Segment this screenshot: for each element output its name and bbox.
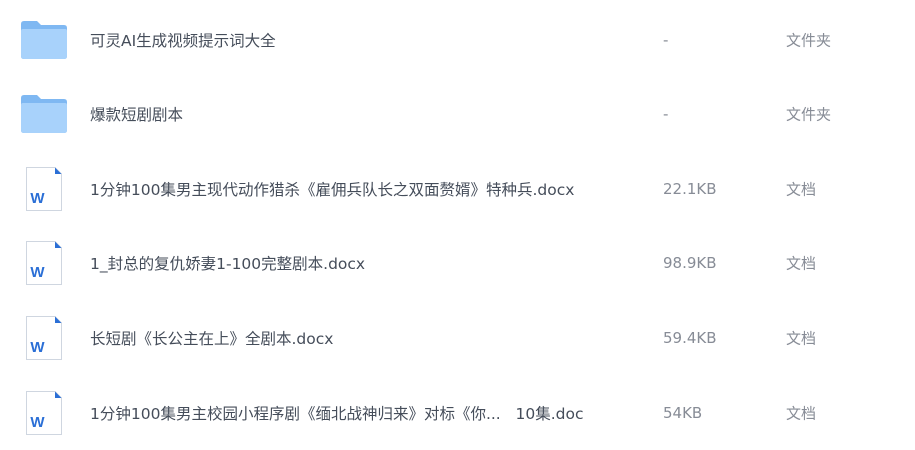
word-letter: W xyxy=(30,414,45,431)
folder-icon xyxy=(20,16,68,64)
list-item[interactable]: W 1分钟100集男主校园小程序剧《缅北战神归来》对标《你... 10集.doc… xyxy=(0,375,915,450)
file-name[interactable]: 1_封总的复仇娇妻1-100完整剧本.docx xyxy=(90,252,365,274)
file-size: 59.4KB xyxy=(663,328,717,347)
word-doc-icon: W xyxy=(20,165,68,213)
file-type: 文档 xyxy=(786,404,817,422)
file-name[interactable]: 爆款短剧剧本 xyxy=(90,103,183,125)
file-size: 22.1KB xyxy=(663,179,717,198)
list-item[interactable]: W 1分钟100集男主现代动作猎杀《雇佣兵队长之双面赘婿》特种兵.docx 22… xyxy=(0,151,915,226)
word-doc-icon: W xyxy=(20,239,68,287)
list-item[interactable]: W 长短剧《长公主在上》全剧本.docx 59.4KB 文档 xyxy=(0,300,915,375)
file-type: 文件夹 xyxy=(786,105,832,123)
word-letter: W xyxy=(30,339,45,356)
file-name[interactable]: 1分钟100集男主现代动作猎杀《雇佣兵队长之双面赘婿》特种兵.docx xyxy=(90,178,574,200)
word-letter: W xyxy=(30,264,45,281)
file-type: 文档 xyxy=(786,254,817,272)
word-doc-icon: W xyxy=(20,314,68,362)
file-size: 54KB xyxy=(663,403,703,422)
file-size: - xyxy=(663,30,669,49)
list-item[interactable]: 可灵AI生成视频提示词大全 - 文件夹 xyxy=(0,2,915,77)
file-size: - xyxy=(663,104,669,123)
word-doc-icon: W xyxy=(20,389,68,437)
list-item[interactable]: W 1_封总的复仇娇妻1-100完整剧本.docx 98.9KB 文档 xyxy=(0,225,915,300)
file-type: 文档 xyxy=(786,329,817,347)
file-type: 文档 xyxy=(786,180,817,198)
file-list: 可灵AI生成视频提示词大全 - 文件夹 爆款短剧剧本 - 文件夹 W 1分钟10… xyxy=(0,0,915,450)
file-name[interactable]: 可灵AI生成视频提示词大全 xyxy=(90,29,276,51)
file-type: 文件夹 xyxy=(786,31,832,49)
word-letter: W xyxy=(30,190,45,207)
file-size: 98.9KB xyxy=(663,253,717,272)
file-name[interactable]: 1分钟100集男主校园小程序剧《缅北战神归来》对标《你... 10集.doc xyxy=(90,402,584,424)
list-item[interactable]: 爆款短剧剧本 - 文件夹 xyxy=(0,76,915,151)
folder-icon xyxy=(20,90,68,138)
file-name[interactable]: 长短剧《长公主在上》全剧本.docx xyxy=(90,327,333,349)
